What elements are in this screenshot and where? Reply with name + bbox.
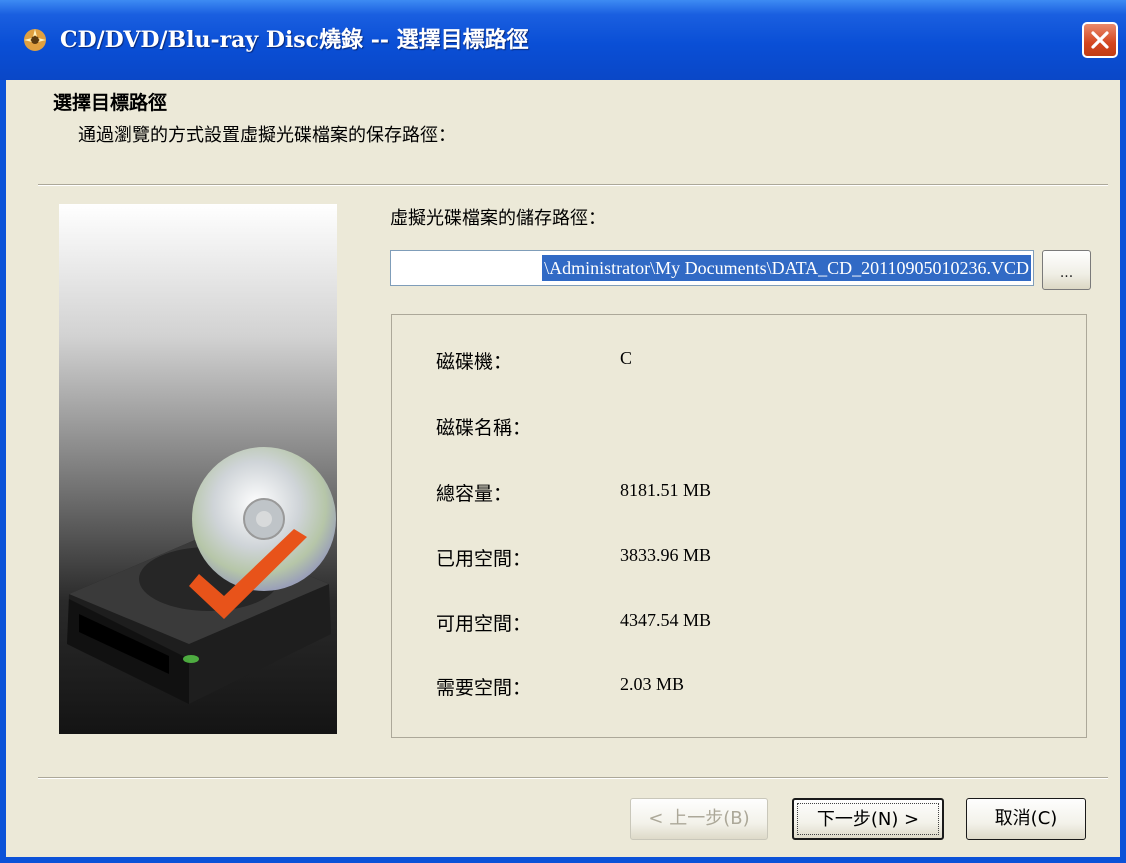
- dialog-body: 選擇目標路徑 通過瀏覽的方式設置虛擬光碟檔案的保存路徑： 虛擬光碟檔案的儲存路徑…: [6, 80, 1120, 857]
- close-button[interactable]: [1082, 22, 1118, 58]
- path-value: \Administrator\My Documents\DATA_CD_2011…: [542, 255, 1031, 281]
- back-button[interactable]: < 上一步(B): [630, 798, 768, 840]
- footer-divider: [38, 777, 1108, 779]
- path-label: 虛擬光碟檔案的儲存路徑：: [390, 208, 606, 229]
- disc-drive-illustration: [59, 204, 337, 734]
- disc-burner-icon: [22, 27, 48, 53]
- free-space-label: 可用空間：: [436, 613, 532, 635]
- disk-info-panel: 磁碟機： C 磁碟名稱： 總容量： 8181.51 MB 已用空間： 3833.…: [391, 314, 1087, 738]
- free-space-value: 4347.54 MB: [620, 610, 712, 630]
- browse-button[interactable]: ...: [1042, 250, 1091, 290]
- cancel-button[interactable]: 取消(C): [966, 798, 1086, 840]
- drive-label: 磁碟機：: [436, 351, 513, 373]
- required-space-value: 2.03 MB: [620, 674, 685, 694]
- total-capacity-value: 8181.51 MB: [620, 480, 712, 500]
- disk-name-label: 磁碟名稱：: [436, 417, 532, 439]
- title-bar[interactable]: CD/DVD/Blu-ray Disc燒錄 -- 選擇目標路徑: [0, 0, 1126, 80]
- dialog-window: CD/DVD/Blu-ray Disc燒錄 -- 選擇目標路徑 選擇目標路徑 通…: [0, 0, 1126, 863]
- total-capacity-label: 總容量：: [436, 483, 513, 505]
- drive-value: C: [620, 348, 633, 368]
- used-space-value: 3833.96 MB: [620, 545, 712, 565]
- header-divider: [38, 184, 1108, 186]
- next-button[interactable]: 下一步(N) >: [792, 798, 944, 840]
- page-subtitle: 通過瀏覽的方式設置虛擬光碟檔案的保存路徑：: [78, 125, 456, 146]
- close-icon: [1091, 31, 1109, 49]
- path-input[interactable]: \Administrator\My Documents\DATA_CD_2011…: [390, 250, 1034, 286]
- page-title: 選擇目標路徑: [53, 92, 168, 114]
- required-space-label: 需要空間：: [436, 677, 532, 699]
- used-space-label: 已用空間：: [436, 548, 532, 570]
- window-title: CD/DVD/Blu-ray Disc燒錄 -- 選擇目標路徑: [60, 27, 529, 53]
